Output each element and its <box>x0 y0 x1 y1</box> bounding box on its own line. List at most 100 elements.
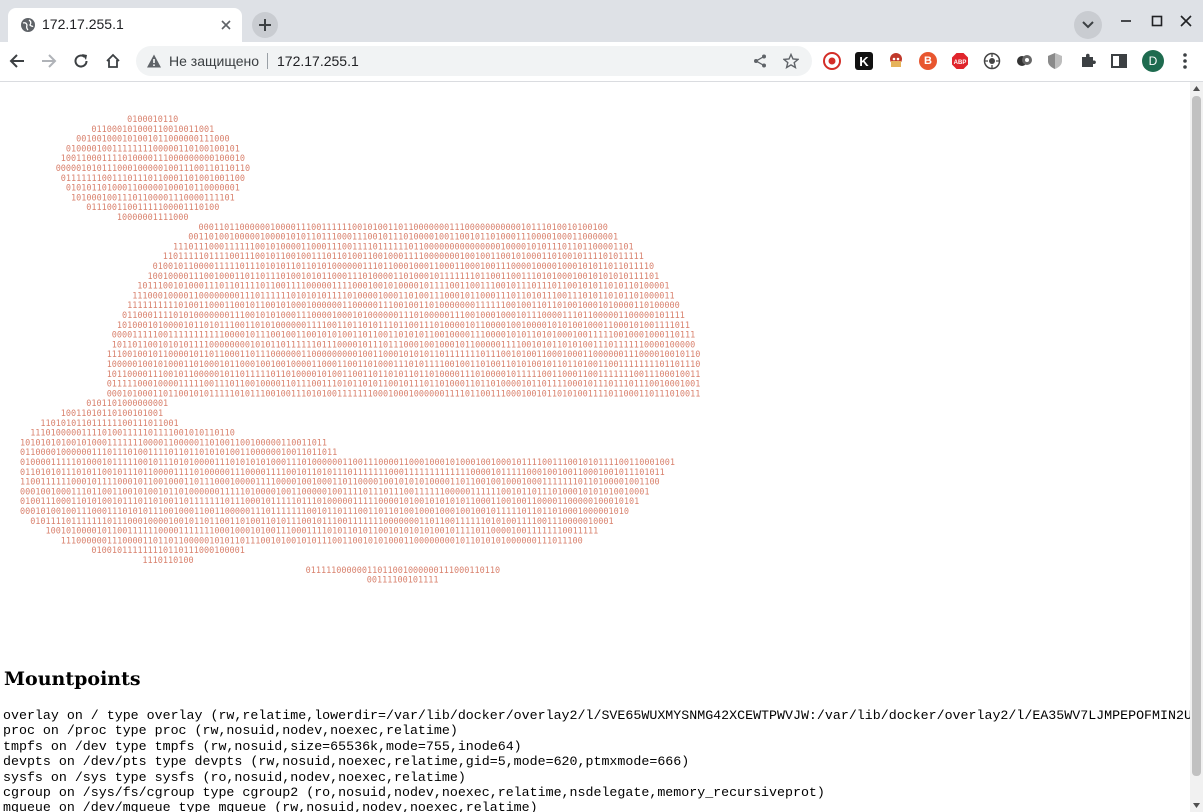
arrow-left-icon <box>9 54 24 68</box>
ascii-art-row: 10000001111000 <box>117 213 189 223</box>
arrow-right-icon <box>42 54 57 68</box>
ascii-art-row: 1110111000111111001010000110001110011110… <box>173 242 634 252</box>
home-button[interactable] <box>100 48 126 74</box>
ascii-art-row: 1000001001010001101000101100010010010000… <box>107 360 700 370</box>
ascii-art-row: 010010111111110110111000100001 <box>91 546 245 556</box>
security-label[interactable]: Не защищено <box>169 53 259 69</box>
forward-button[interactable] <box>36 48 62 74</box>
ascii-art-row: 011111110011101110110001101001001100 <box>61 174 245 184</box>
mountpoint-line: devpts on /dev/pts type devpts (rw,nosui… <box>3 754 690 770</box>
scroll-down-icon[interactable] <box>1190 799 1203 812</box>
duo-icon[interactable] <box>1015 52 1033 70</box>
ascii-art-row: 0110001111010100000001110010101000111000… <box>122 311 685 321</box>
close-tab-icon[interactable] <box>218 17 234 33</box>
mountpoint-line: mqueue on /dev/mqueue type mqueue (rw,no… <box>3 800 538 812</box>
ascii-art-row: 0101101000000001 <box>86 399 168 409</box>
adblock-icon[interactable]: ABP <box>951 52 969 70</box>
minimize-icon <box>1121 20 1131 22</box>
bitwarden-icon[interactable]: B <box>919 52 937 70</box>
ascii-art-row: 01111100000011011001000000111000110110 <box>306 566 500 576</box>
ascii-art-row: 0110000100000011101110100111101101101010… <box>20 448 337 458</box>
ascii-art-row: 0011010010000010000101011011100011100101… <box>188 233 618 243</box>
ascii-art-row: 1100111111000101111000101100100011011100… <box>20 478 660 488</box>
ascii-art-row: 0100001001111111100000110100100101 <box>66 144 240 154</box>
minimize-button[interactable] <box>1115 10 1137 32</box>
address-bar[interactable]: Не защищено 172.17.255.1 <box>136 46 812 76</box>
ascii-art-row: 100110001111010000111000000000100010 <box>61 154 245 164</box>
reload-button[interactable] <box>68 48 94 74</box>
ascii-art-row: 1110010010110000101101100011011100000011… <box>107 350 700 360</box>
ascii-art-row: 0001101100000010000111001111110010100110… <box>199 223 608 233</box>
ascii-art-row: 0001010010011100011101010111001000110011… <box>20 507 629 517</box>
maximize-button[interactable] <box>1146 10 1168 32</box>
mountpoint-line: sysfs on /sys type sysfs (ro,nosuid,node… <box>3 769 466 785</box>
ghost-icon[interactable] <box>887 52 905 70</box>
scrollbar-thumb[interactable] <box>1192 96 1201 776</box>
url-text[interactable]: 172.17.255.1 <box>277 53 359 69</box>
ascii-art-row: 0001010001101100101011111010111001001110… <box>107 389 700 399</box>
mountpoint-line: cgroup on /sys/fs/cgroup type cgroup2 (r… <box>3 785 825 801</box>
bookmark-star-icon[interactable] <box>783 53 799 69</box>
sidepanel-icon[interactable] <box>1110 52 1128 70</box>
ascii-art-row: 0000111110011111111111000010111001001100… <box>112 331 695 341</box>
svg-text:ABP: ABP <box>954 60 967 66</box>
back-button[interactable] <box>4 48 30 74</box>
shield-icon[interactable] <box>1046 52 1064 70</box>
puzzle-icon[interactable] <box>1079 52 1097 70</box>
ascii-art-row: 1110100000111101001111101111001010110110 <box>30 429 235 439</box>
ascii-art-row: 0111110001000011111001110110010000110111… <box>107 380 700 390</box>
ascii-art-row: 1011011001010101111000000001010110111111… <box>112 340 695 350</box>
globe-icon <box>20 17 36 33</box>
ascii-art-row: 10011010110100101001 <box>61 409 163 419</box>
ascii-art-row: 0101011010001100000100010110000001 <box>66 184 240 194</box>
ascii-art-row: 1011000011100101100000101101111101101000… <box>107 370 700 380</box>
toolbar: Не защищено 172.17.255.1 K B ABP D <box>0 42 1203 82</box>
ascii-art-row: 0101111011111110111000100001001011011001… <box>30 517 613 527</box>
tab-strip: 172.17.255.1 <box>0 0 1203 42</box>
tab-search-button[interactable] <box>1074 11 1102 39</box>
scroll-up-icon[interactable] <box>1190 82 1203 95</box>
binary-ascii-art: 0100010110 011000101000110010011001 001001… <box>0 114 700 614</box>
ascii-art-row: 1001000011100100011011011101001010110001… <box>148 272 660 282</box>
chevron-down-icon <box>1082 21 1094 29</box>
ascii-art-row: 10100010011101100001110000111101 <box>71 193 235 203</box>
ascii-art-row: 00111100101111 <box>367 576 439 586</box>
ascii-art-row: 1111111111010011000110010110010100010000… <box>127 301 680 311</box>
new-tab-button[interactable] <box>252 12 278 38</box>
close-window-button[interactable] <box>1175 10 1197 32</box>
mountpoints-list: overlay on / type overlay (rw,relatime,l… <box>3 708 1190 812</box>
page-heading: Mountpoints <box>4 668 141 690</box>
home-icon <box>106 53 120 68</box>
warning-icon[interactable] <box>146 53 162 69</box>
ascii-art-row: 0001001000111011001100101001011010000001… <box>20 487 649 497</box>
tab-title: 172.17.255.1 <box>42 16 124 32</box>
mountpoint-line: tmpfs on /dev type tmpfs (rw,nosuid,size… <box>3 738 522 754</box>
ascii-art-digits: 0100010110011000101000110010011001001001… <box>20 115 700 586</box>
ascii-art-row: 1101111101111001110010110010011101101001… <box>163 252 644 262</box>
sun-icon[interactable] <box>983 52 1001 70</box>
vertical-scrollbar[interactable] <box>1190 82 1203 812</box>
lastpass-icon[interactable] <box>823 52 841 70</box>
divider <box>267 53 268 69</box>
browser-tab[interactable]: 172.17.255.1 <box>8 8 242 42</box>
ascii-art-row: 00000101011100010000010011100110110110 <box>56 164 250 174</box>
share-icon[interactable] <box>752 53 768 69</box>
ascii-art-row: 110101011011111100111011001 <box>40 419 178 429</box>
close-icon <box>1180 15 1192 27</box>
ascii-art-row: 0110101011101011001011101100001111010000… <box>20 468 665 478</box>
maximize-icon <box>1151 15 1163 27</box>
page-content: 0100010110 011000101000110010011001 001001… <box>0 82 1190 812</box>
ascii-art-row: 0100101100001111101110101011011010100000… <box>153 262 655 272</box>
ascii-art-row: 1110000001110000110110110000010101101110… <box>61 536 583 546</box>
mountpoint-line: overlay on / type overlay (rw,relatime,l… <box>3 708 1190 723</box>
ascii-art-row: 1010001010000101101011100110101000000111… <box>117 321 690 331</box>
k-icon[interactable]: K <box>855 52 873 70</box>
mountpoint-line: proc on /proc type proc (rw,nosuid,nodev… <box>3 723 458 739</box>
ascii-art-row: 001001000101001011000000111000 <box>76 135 230 145</box>
ascii-art-row: 0100010110 <box>127 115 178 125</box>
ascii-art-row: 1011100101000111011011110110011110000011… <box>137 282 669 292</box>
profile-avatar[interactable]: D <box>1142 50 1164 72</box>
kebab-menu-icon[interactable] <box>1174 50 1196 72</box>
ascii-art-row: 1110110100 <box>142 556 193 566</box>
ascii-art-row: 0100111000110101001011101101001101111111… <box>20 497 639 507</box>
